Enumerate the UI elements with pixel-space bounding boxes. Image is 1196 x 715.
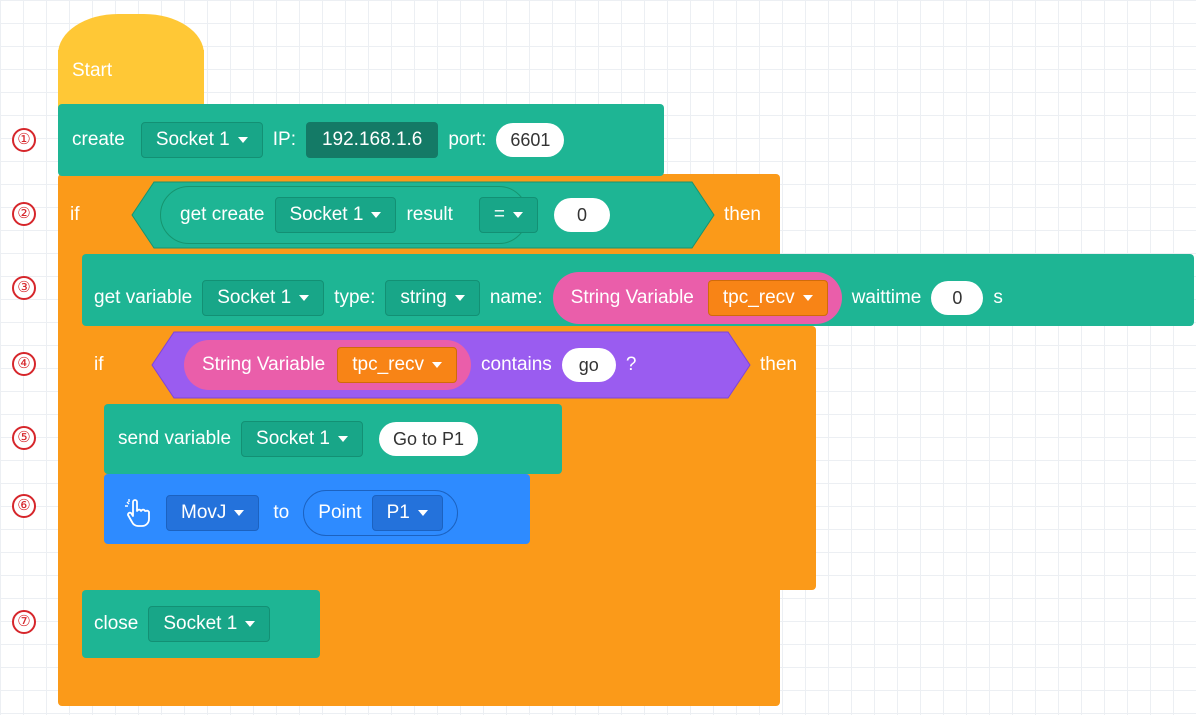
variable-kind-label: String Variable xyxy=(570,287,694,308)
socket-dropdown-label: Socket 1 xyxy=(155,129,230,150)
operator-label: = xyxy=(493,204,506,225)
string-variable-reporter[interactable]: String Variable tpc_recv xyxy=(184,340,472,390)
motion-label: MovJ xyxy=(181,502,227,523)
type-dropdown-label: string xyxy=(400,287,447,308)
port-label: port: xyxy=(448,129,487,150)
point-reporter[interactable]: Point P1 xyxy=(303,490,458,536)
result-label: result xyxy=(406,204,453,225)
step-marker-2: ② xyxy=(12,202,36,226)
variable-kind-label: String Variable xyxy=(202,354,326,375)
chevron-down-icon xyxy=(299,295,310,301)
chevron-down-icon xyxy=(245,621,256,627)
variable-name-dropdown[interactable]: tpc_recv xyxy=(337,347,458,383)
type-label: type: xyxy=(334,287,376,308)
name-label: name: xyxy=(489,287,543,308)
send-value-input[interactable]: Go to P1 xyxy=(378,422,479,456)
step-marker-7: ⑦ xyxy=(12,610,36,634)
point-label: Point xyxy=(318,502,362,523)
step-marker-5: ⑤ xyxy=(12,426,36,450)
get-variable-label: get variable xyxy=(94,287,193,308)
socket-dropdown[interactable]: Socket 1 xyxy=(140,122,263,158)
point-value-label: P1 xyxy=(386,502,410,523)
start-label: Start xyxy=(72,60,113,81)
step-marker-6: ⑥ xyxy=(12,494,36,518)
chevron-down-icon xyxy=(237,137,248,143)
waittime-unit: s xyxy=(993,287,1003,308)
create-label: create xyxy=(72,129,125,150)
socket-dropdown-label: Socket 1 xyxy=(256,428,330,449)
ip-value: 192.168.1.6 xyxy=(321,129,423,150)
waittime-input[interactable]: 0 xyxy=(931,281,984,315)
then-label-inner: then xyxy=(760,354,797,375)
socket-dropdown-label: Socket 1 xyxy=(289,204,364,225)
variable-name-label: tpc_recv xyxy=(722,287,795,308)
chevron-down-icon xyxy=(337,436,348,442)
then-label-outer: then xyxy=(724,204,761,225)
operator-dropdown[interactable]: = xyxy=(478,197,539,233)
socket-dropdown-label: Socket 1 xyxy=(163,613,238,634)
get-create-label: get create xyxy=(180,204,265,225)
port-input[interactable]: 6601 xyxy=(496,123,565,157)
chevron-down-icon xyxy=(513,212,524,218)
chevron-down-icon xyxy=(432,362,443,368)
send-variable-label: send variable xyxy=(118,428,232,449)
if-label-outer: if xyxy=(70,204,80,225)
socket-dropdown[interactable]: Socket 1 xyxy=(241,421,363,457)
socket-dropdown-label: Socket 1 xyxy=(217,287,292,308)
waittime-label: waittime xyxy=(851,287,922,308)
ip-input[interactable]: 192.168.1.6 xyxy=(305,122,439,158)
point-dropdown[interactable]: P1 xyxy=(371,495,443,531)
type-dropdown[interactable]: string xyxy=(385,280,480,316)
step-marker-3: ③ xyxy=(12,276,36,300)
socket-dropdown[interactable]: Socket 1 xyxy=(202,280,325,316)
contains-value-input[interactable]: go xyxy=(561,348,616,382)
pointer-hand-icon xyxy=(124,498,152,528)
question-mark: ? xyxy=(625,354,637,375)
if-label-inner: if xyxy=(94,354,104,375)
compare-value-input[interactable]: 0 xyxy=(554,198,611,232)
step-marker-4: ④ xyxy=(12,352,36,376)
string-variable-reporter[interactable]: String Variable tpc_recv xyxy=(552,272,842,324)
chevron-down-icon xyxy=(802,295,813,301)
motion-dropdown[interactable]: MovJ xyxy=(166,495,260,531)
to-label: to xyxy=(273,502,290,523)
variable-name-label: tpc_recv xyxy=(352,354,425,375)
contains-label: contains xyxy=(481,354,552,375)
socket-dropdown[interactable]: Socket 1 xyxy=(148,606,271,642)
chevron-down-icon xyxy=(371,212,382,218)
chevron-down-icon xyxy=(454,295,465,301)
step-marker-1: ① xyxy=(12,128,36,152)
chevron-down-icon xyxy=(234,510,245,516)
ip-label: IP: xyxy=(272,129,296,150)
socket-dropdown[interactable]: Socket 1 xyxy=(274,197,397,233)
close-label: close xyxy=(94,613,139,634)
chevron-down-icon xyxy=(417,510,428,516)
variable-name-dropdown[interactable]: tpc_recv xyxy=(707,280,828,316)
